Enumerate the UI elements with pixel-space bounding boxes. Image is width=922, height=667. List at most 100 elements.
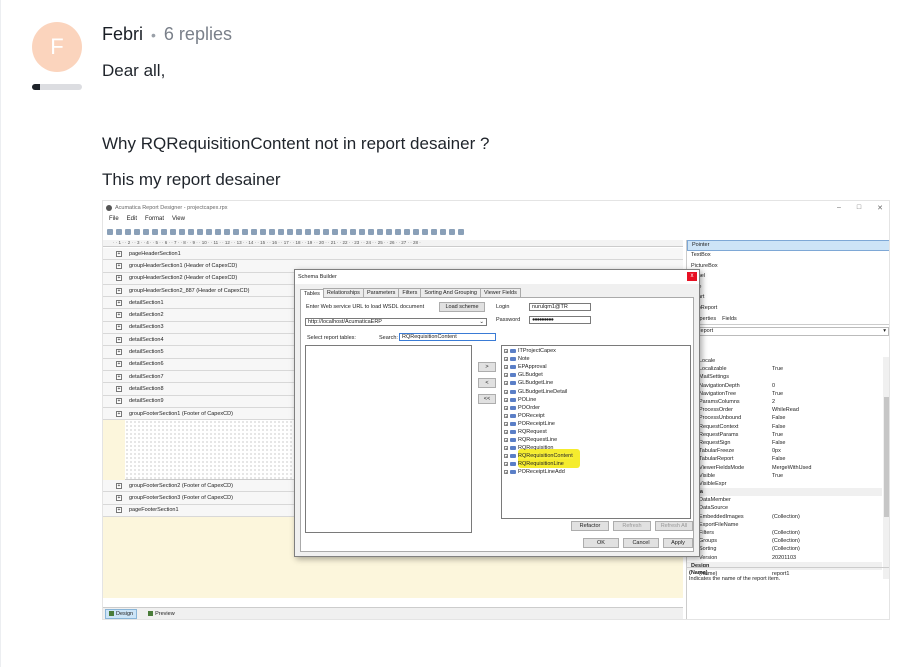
selected-tables-list xyxy=(305,345,472,533)
table-icon xyxy=(510,462,516,467)
table-icon xyxy=(510,429,516,434)
table-name: POReceiptLine xyxy=(518,420,555,427)
ruler: · · 1 · · 2 · · 3 · · 4 · · 5 · · 6 · · … xyxy=(103,240,683,247)
property-row: TabularFreeze 0px xyxy=(687,447,882,455)
property-value: True xyxy=(772,390,784,397)
section-label: detailSection7 xyxy=(129,373,164,380)
property-row: TabularReport False xyxy=(687,455,882,463)
expand-icon: + xyxy=(116,299,122,306)
table-name: EPApproval xyxy=(518,364,547,371)
toolbar-icon xyxy=(107,229,113,235)
property-row: ParamsColumns 2 xyxy=(687,398,882,406)
expand-icon: + xyxy=(116,262,122,269)
post-question: Why RQRequisitionContent not in report d… xyxy=(102,134,490,153)
expand-icon: + xyxy=(116,275,122,282)
table-tree-node: + Note xyxy=(504,355,688,363)
property-value: 20201103 xyxy=(772,554,797,561)
table-name: GLBudgetLineDetail xyxy=(518,388,568,395)
toolbar-icon xyxy=(251,229,257,235)
tab-design: Design xyxy=(105,608,138,619)
author-name[interactable]: Febri xyxy=(102,24,143,45)
property-row: ProcessUnbound False xyxy=(687,414,882,422)
toolbar-icon xyxy=(458,229,464,235)
dialog-tabs: Tables Relationships Parameters Filters Sort… xyxy=(300,288,694,298)
toolbar-icon xyxy=(377,229,383,235)
toolbar-icon xyxy=(440,229,446,235)
reputation-bar xyxy=(32,84,82,90)
table-icon xyxy=(510,357,516,362)
tab-design-label: Design xyxy=(116,610,134,617)
expand-icon: + xyxy=(116,287,122,294)
property-value: WhileRead xyxy=(772,407,799,414)
avatar[interactable]: F xyxy=(32,22,82,72)
table-icon xyxy=(510,446,516,451)
property-row: Version 20201103 xyxy=(687,554,882,562)
property-value: False xyxy=(772,456,786,463)
report-section: + pageHeaderSection1 xyxy=(103,248,683,261)
property-row: ExportFileName xyxy=(687,521,882,529)
property-value: False xyxy=(772,439,786,446)
url-input: http://localhost/AcumaticaERP ⌄ xyxy=(305,318,487,326)
search-input: RQRequisitionContent xyxy=(399,333,496,341)
dialog-tab: Sorting And Grouping xyxy=(420,288,481,297)
property-desc-text: Indicates the name of the report item. xyxy=(689,576,781,582)
post-header: Febri • 6 replies xyxy=(102,24,232,45)
table-name: RQRequest xyxy=(518,428,547,435)
toolbox-item: PictureBox xyxy=(687,261,889,272)
property-value: True xyxy=(772,366,784,373)
expand-icon: + xyxy=(504,349,508,355)
section-label: groupHeaderSection2 (Header of CapexCD) xyxy=(129,275,238,282)
toolbar-icon xyxy=(116,229,122,235)
password-label: Password xyxy=(496,317,521,323)
property-row: VisibleExpr xyxy=(687,480,882,488)
table-icon xyxy=(510,397,516,402)
expand-icon: + xyxy=(504,389,508,395)
url-value: http://localhost/AcumaticaERP xyxy=(308,319,382,325)
section-label: detailSection1 xyxy=(129,299,164,306)
toolbar-icon xyxy=(206,229,212,235)
login-label: Login xyxy=(496,304,510,310)
toolbox-item: Chart xyxy=(687,293,889,303)
menu-edit: Edit xyxy=(126,216,138,222)
dialog-tab: Relationships xyxy=(322,288,364,297)
table-icon xyxy=(510,349,516,354)
section-label: detailSection3 xyxy=(129,324,164,331)
toolbar-icon xyxy=(260,229,266,235)
toolbar-icon xyxy=(332,229,338,235)
toolbar-icon xyxy=(143,229,149,235)
table-icon xyxy=(510,373,516,378)
table-tree-node: + RQRequisition xyxy=(504,444,688,452)
dialog-titlebar: Schema Builder x xyxy=(295,270,699,284)
section-label: detailSection5 xyxy=(129,349,164,356)
property-value: False xyxy=(772,423,786,430)
table-tree-node: + RQRequest xyxy=(504,428,688,436)
toolbox-item: Panel xyxy=(687,272,889,282)
property-row: Locale xyxy=(687,357,882,365)
property-row: RequestContext False xyxy=(687,423,882,431)
property-row: ViewerFieldsMode MergeWithUsed xyxy=(687,463,882,471)
toolbar-icon xyxy=(287,229,293,235)
toolbar-icon xyxy=(386,229,392,235)
table-tree-node: + RQRequestLine xyxy=(504,436,688,444)
property-value: True xyxy=(772,472,784,479)
replies-count[interactable]: 6 replies xyxy=(164,24,232,45)
toolbar-icon xyxy=(341,229,347,235)
property-row: EmbeddedImages (Collection) xyxy=(687,513,882,521)
toolbar-icon xyxy=(197,229,203,235)
property-value: True xyxy=(772,431,784,438)
preview-icon xyxy=(148,611,154,616)
cancel-button: Cancel xyxy=(623,538,659,548)
section-label: groupFooterSection1 (Footer of CapexCD) xyxy=(129,410,233,417)
table-tree-node: + RQRequisitionLine xyxy=(504,460,688,468)
property-value: (Collection) xyxy=(772,513,800,520)
toolbox: PointerTextBoxPictureBoxPanelLineChartSu… xyxy=(687,240,889,314)
expand-icon: + xyxy=(116,385,122,392)
designer-statusbar: Design Preview xyxy=(103,607,683,619)
toolbar-icon xyxy=(449,229,455,235)
property-row: Localizable True xyxy=(687,365,882,373)
attached-screenshot[interactable]: Acumatica Report Designer - projectcapex… xyxy=(102,200,890,620)
section-label: groupFooterSection2 (Footer of CapexCD) xyxy=(129,482,233,489)
table-tree-node: + GLBudgetLineDetail xyxy=(504,387,688,395)
separator-dot: • xyxy=(151,26,156,43)
dialog-tab: Parameters xyxy=(362,288,400,297)
